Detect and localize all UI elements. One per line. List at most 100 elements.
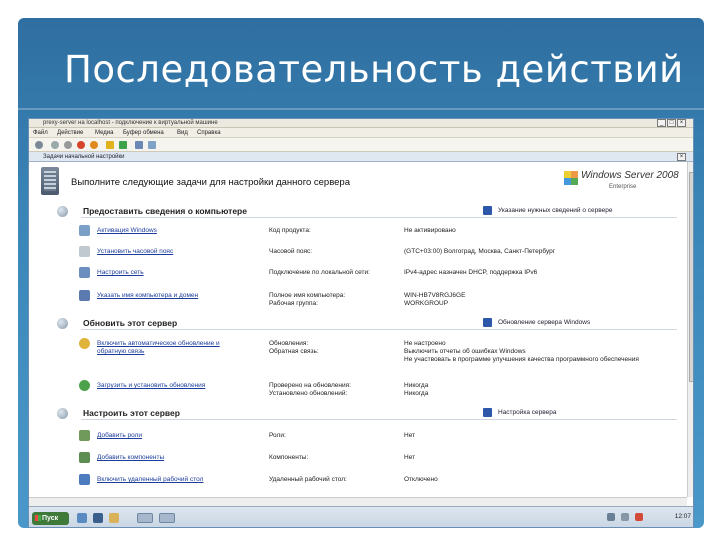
- shutdown-icon[interactable]: [77, 141, 85, 149]
- start-button[interactable]: Пуск: [32, 512, 69, 525]
- vm-toolbar: [29, 138, 693, 152]
- task-link[interactable]: Установить часовой пояс: [97, 248, 173, 255]
- task-row: Установить часовой пояс Часовой пояс: (G…: [79, 246, 679, 258]
- maximize-button[interactable]: □: [667, 119, 676, 127]
- ctrl-alt-del-icon[interactable]: [35, 141, 43, 149]
- help-link[interactable]: Указание нужных сведений о сервере: [483, 206, 612, 215]
- inner-title: Задачи начальной настройки: [43, 154, 125, 160]
- task-link[interactable]: Включить удаленный рабочий стол: [97, 476, 203, 483]
- close-button[interactable]: ×: [677, 119, 686, 127]
- help-link[interactable]: Настройка сервера: [483, 408, 557, 417]
- initial-config-tasks: Выполните следующие задачи для настройки…: [29, 162, 687, 497]
- menu-view[interactable]: Вид: [177, 130, 188, 136]
- menu-action[interactable]: Действие: [57, 130, 83, 136]
- inner-titlebar: Задачи начальной настройки ×: [29, 152, 693, 162]
- task-row: Добавить роли Роли: Нет: [79, 430, 679, 442]
- section-divider: [81, 217, 677, 218]
- server-manager-icon[interactable]: [77, 513, 87, 523]
- task-link[interactable]: Добавить роли: [97, 432, 142, 439]
- save-state-icon[interactable]: [90, 141, 98, 149]
- horizontal-scrollbar[interactable]: [29, 497, 687, 506]
- task-row: Загрузить и установить обновления Провер…: [79, 380, 679, 402]
- task-label: Компоненты:: [269, 454, 309, 461]
- task-link[interactable]: Активация Windows: [97, 227, 157, 234]
- vertical-scrollbar[interactable]: [687, 162, 693, 497]
- menu-file[interactable]: Файл: [33, 130, 48, 136]
- section-divider: [81, 419, 677, 420]
- taskbar: Пуск 12:07: [29, 506, 693, 527]
- download-updates-icon: [79, 380, 90, 391]
- task-value: Не активировано: [404, 227, 456, 234]
- task-value: Не настроено: [404, 340, 446, 347]
- start-vm-icon[interactable]: [51, 141, 59, 149]
- task-value: Нет: [404, 432, 416, 439]
- vm-titlebar: prexy-server на localhost - подключение …: [29, 119, 693, 128]
- section-configure-server: Настроить этот сервер Настройка сервера: [57, 408, 677, 420]
- logo-name: Windows Server 2008: [581, 170, 679, 181]
- inner-close-button[interactable]: ×: [677, 153, 686, 161]
- task-row: Включить удаленный рабочий стол Удаленны…: [79, 474, 679, 486]
- task-label: Обновления:: [269, 340, 309, 347]
- task-row: Указать имя компьютера и домен Полное им…: [79, 290, 679, 312]
- slide-divider: [18, 108, 704, 110]
- add-features-icon: [79, 452, 90, 463]
- snapshot-icon[interactable]: [135, 141, 143, 149]
- network-icon: [79, 267, 90, 278]
- task-link[interactable]: Включить автоматическое обновление и обр…: [97, 340, 247, 356]
- task-value: Никогда: [404, 382, 429, 389]
- taskbar-window-button[interactable]: [159, 513, 175, 523]
- task-label: Удаленный рабочий стол:: [269, 476, 347, 483]
- task-row: Добавить компоненты Компоненты: Нет: [79, 452, 679, 464]
- network-tray-icon[interactable]: [607, 513, 615, 521]
- task-row: Настроить сеть Подключение по локальной …: [79, 267, 679, 279]
- task-value: (GTC+03:00) Волгоград, Москва, Санкт-Пет…: [404, 248, 556, 255]
- task-link[interactable]: Настроить сеть: [97, 269, 144, 276]
- taskbar-window-button[interactable]: [137, 513, 153, 523]
- help-link[interactable]: Обновление сервера Windows: [483, 318, 590, 327]
- task-link[interactable]: Загрузить и установить обновления: [97, 382, 205, 389]
- task-value: Отключено: [404, 476, 438, 483]
- section-update-server: Обновить этот сервер Обновление сервера …: [57, 318, 677, 330]
- vm-menubar: Файл Действие Медиа Буфер обмена Вид Спр…: [29, 128, 693, 138]
- section-collapse-icon[interactable]: [57, 206, 68, 217]
- vm-title: prexy-server на localhost - подключение …: [43, 120, 218, 126]
- task-label: Роли:: [269, 432, 286, 439]
- section-collapse-icon[interactable]: [57, 408, 68, 419]
- explorer-icon[interactable]: [109, 513, 119, 523]
- task-value-2: Никогда: [404, 390, 429, 397]
- powershell-icon[interactable]: [93, 513, 103, 523]
- task-link[interactable]: Добавить компоненты: [97, 454, 164, 461]
- section-divider: [81, 329, 677, 330]
- slide-title: Последовательность действий: [64, 48, 684, 91]
- clock: 12:07: [674, 513, 691, 520]
- scrollbar-thumb[interactable]: [689, 172, 693, 382]
- clock-icon: [79, 246, 90, 257]
- task-row: Активация Windows Код продукта: Не актив…: [79, 225, 679, 237]
- volume-tray-icon[interactable]: [621, 513, 629, 521]
- task-value-2: WORKGROUP: [404, 300, 449, 307]
- menu-media[interactable]: Медиа: [95, 130, 113, 136]
- windows-flag-icon: [564, 171, 578, 185]
- menu-clipboard[interactable]: Буфер обмена: [123, 130, 164, 136]
- add-roles-icon: [79, 430, 90, 441]
- task-value: WIN-HB7V8RGJ6GE: [404, 292, 466, 299]
- minimize-button[interactable]: _: [657, 119, 666, 127]
- pause-icon[interactable]: [106, 141, 114, 149]
- turn-off-icon[interactable]: [64, 141, 72, 149]
- windows-server-logo: Windows Server 2008 Enterprise: [564, 168, 684, 196]
- section-title: Предоставить сведения о компьютере: [83, 206, 247, 216]
- section-collapse-icon[interactable]: [57, 318, 68, 329]
- play-icon[interactable]: [119, 141, 127, 149]
- task-label: Код продукта:: [269, 227, 311, 234]
- remote-desktop-icon: [79, 474, 90, 485]
- section-title: Настроить этот сервер: [83, 408, 180, 418]
- alert-tray-icon[interactable]: [635, 513, 643, 521]
- revert-icon[interactable]: [148, 141, 156, 149]
- task-value-2: Выключить отчеты об ошибках Windows: [404, 348, 526, 355]
- task-label: Проверено на обновления:: [269, 382, 351, 389]
- task-value-3: Не участвовать в программе улучшения кач…: [404, 356, 639, 363]
- section-title: Обновить этот сервер: [83, 318, 178, 328]
- menu-help[interactable]: Справка: [197, 130, 221, 136]
- task-link[interactable]: Указать имя компьютера и домен: [97, 292, 198, 299]
- update-icon: [79, 338, 90, 349]
